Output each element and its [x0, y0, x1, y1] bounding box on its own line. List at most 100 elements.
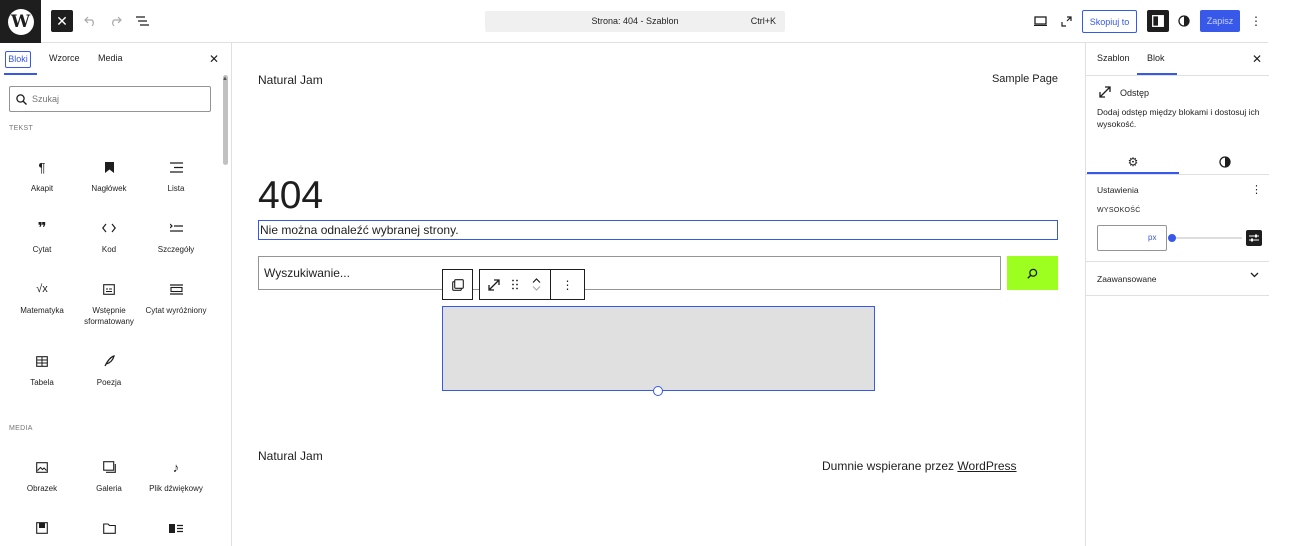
spacer-resize-handle[interactable]: [653, 386, 663, 396]
not-found-paragraph[interactable]: Nie można odnaleźć wybranej strony.: [258, 220, 1058, 240]
options-menu-button[interactable]: ⋮: [1249, 12, 1263, 30]
settings-sidebar-toggle[interactable]: [1147, 10, 1169, 32]
copy-to-button[interactable]: Skopiuj to: [1082, 10, 1137, 33]
more-vertical-icon[interactable]: ⋮: [1251, 183, 1262, 196]
undo-button[interactable]: [82, 12, 98, 30]
block-item-label: Galeria: [96, 484, 122, 493]
block-item-quote[interactable]: ❞ Cytat: [8, 218, 76, 255]
block-item-file[interactable]: [75, 518, 143, 544]
divider: [1086, 75, 1269, 76]
block-item-label: Tabela: [30, 378, 54, 387]
verse-icon: [75, 351, 143, 371]
parent-block-icon: [451, 278, 464, 291]
inserter-scrollbar[interactable]: [223, 75, 228, 165]
height-slider[interactable]: [1172, 237, 1242, 239]
block-item-code[interactable]: Kod: [75, 218, 143, 255]
cover-icon: [8, 518, 76, 538]
page-heading[interactable]: 404: [258, 174, 323, 218]
site-title[interactable]: Natural Jam: [258, 73, 323, 87]
search-input[interactable]: Wyszukiwanie...: [258, 256, 1001, 290]
footer-site-title[interactable]: Natural Jam: [258, 449, 323, 463]
block-item-list[interactable]: Lista: [142, 157, 210, 194]
chevron-down-icon[interactable]: [1250, 272, 1259, 278]
tab-media[interactable]: Media: [98, 51, 123, 68]
save-button[interactable]: Zapisz: [1200, 10, 1240, 32]
divider: [1086, 295, 1269, 296]
block-item-audio[interactable]: ♪ Plik dźwiękowy: [142, 457, 210, 494]
details-icon: [142, 218, 210, 238]
resize-arrows-icon: [488, 278, 500, 291]
tab-block[interactable]: Blok: [1147, 53, 1165, 63]
block-card-description: Dodaj odstęp między blokami i dostosuj i…: [1097, 107, 1260, 129]
height-slider-thumb[interactable]: [1168, 234, 1176, 242]
height-label: WYSOKOŚĆ: [1097, 207, 1141, 214]
block-item-cover[interactable]: [8, 518, 76, 544]
block-item-pullquote[interactable]: Cytat wyróżniony: [142, 279, 210, 316]
block-item-paragraph[interactable]: ¶ Akapit: [8, 157, 76, 194]
block-item-details[interactable]: Szczegóły: [142, 218, 210, 255]
styles-button[interactable]: [1175, 12, 1193, 30]
spacer-block[interactable]: [442, 306, 875, 391]
gear-icon: ⚙: [1127, 155, 1139, 169]
drag-handle[interactable]: [508, 270, 522, 299]
block-item-label: Matematyka: [20, 306, 64, 315]
footer-credit[interactable]: Dumnie wspierane przez WordPress: [822, 459, 1017, 473]
tab-styles[interactable]: [1179, 151, 1271, 173]
close-icon[interactable]: ✕: [1252, 52, 1262, 66]
command-shortcut: Ctrl+K: [750, 16, 776, 26]
select-parent-button[interactable]: [442, 269, 473, 300]
more-vertical-icon: ⋮: [561, 277, 574, 292]
block-item-image[interactable]: Obrazek: [8, 457, 76, 494]
block-item-label: Kod: [101, 245, 117, 254]
undo-icon: [83, 16, 94, 26]
quote-icon: ❞: [37, 219, 47, 237]
tab-blocks[interactable]: Bloki: [5, 51, 31, 68]
search-placeholder: Szukaj: [32, 94, 60, 104]
block-item-math[interactable]: √x Matematyka: [8, 279, 76, 316]
top-toolbar: W ✕ Strona: 404 - Szablon Ctrl+K Skopiuj…: [0, 0, 1268, 43]
sidebar-icon: [1152, 15, 1164, 27]
search-submit-button[interactable]: [1007, 256, 1058, 290]
block-item-label: Cytat wyróżniony: [145, 306, 207, 315]
tab-template[interactable]: Szablon: [1097, 53, 1130, 63]
block-search-input[interactable]: Szukaj: [9, 86, 211, 112]
close-inserter-button[interactable]: ✕: [51, 10, 73, 32]
wordpress-link[interactable]: WordPress: [957, 459, 1016, 473]
chevron-up-icon[interactable]: [532, 278, 541, 283]
footer-credit-text: Dumnie wspierane przez: [822, 459, 958, 473]
tab-patterns[interactable]: Wzorce: [49, 51, 80, 68]
table-icon: [8, 351, 76, 371]
move-buttons[interactable]: [522, 270, 550, 299]
height-input[interactable]: [1097, 225, 1167, 251]
close-icon[interactable]: ✕: [209, 52, 219, 66]
block-inserter-panel: Bloki Wzorce Media ✕ Szukaj TEKST ¶ Akap…: [0, 43, 232, 546]
folder-icon: [75, 518, 143, 538]
block-options-button[interactable]: ⋮: [551, 270, 584, 299]
tab-settings[interactable]: ⚙: [1087, 151, 1179, 173]
redo-button[interactable]: [107, 12, 123, 30]
block-item-heading[interactable]: Nagłówek: [75, 157, 143, 194]
command-palette-button[interactable]: Strona: 404 - Szablon Ctrl+K: [485, 11, 785, 32]
wordpress-logo-button[interactable]: W: [0, 0, 41, 43]
document-overview-button[interactable]: [133, 12, 151, 30]
code-icon: [75, 218, 143, 238]
height-unit-select[interactable]: px: [1148, 233, 1156, 242]
block-item-verse[interactable]: Poezja: [75, 351, 143, 388]
view-page-button[interactable]: [1057, 12, 1075, 30]
gallery-icon: [75, 457, 143, 477]
divider: [1086, 261, 1269, 262]
block-item-table[interactable]: Tabela: [8, 351, 76, 388]
settings-panel-title: Ustawienia: [1097, 185, 1139, 195]
block-toolbar: ⋮: [479, 269, 585, 300]
advanced-panel-toggle[interactable]: Zaawansowane: [1097, 274, 1157, 284]
chevron-down-icon[interactable]: [532, 286, 541, 291]
scroll-up-icon[interactable]: ▲: [222, 76, 228, 82]
block-type-button[interactable]: [480, 270, 508, 299]
block-item-preformatted[interactable]: Wstępnie sformatowany: [75, 279, 143, 327]
block-item-media-text[interactable]: [142, 518, 210, 544]
navigation-link[interactable]: Sample Page: [992, 73, 1058, 85]
device-preview-button[interactable]: [1031, 12, 1049, 30]
custom-value-button[interactable]: [1246, 230, 1262, 246]
block-item-gallery[interactable]: Galeria: [75, 457, 143, 494]
block-item-label: Nagłówek: [91, 184, 127, 193]
